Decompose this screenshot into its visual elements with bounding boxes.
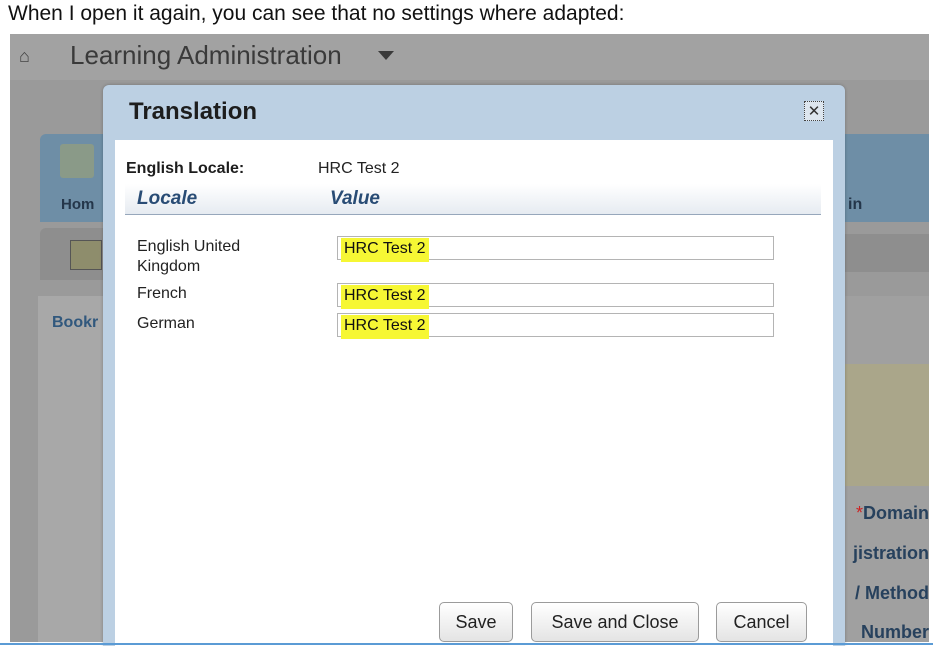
bg-tile-right-label: in — [848, 196, 863, 213]
bg-toolbar-right — [840, 234, 929, 272]
english-locale-label: English Locale: — [126, 160, 245, 177]
dialog-body: English Locale: HRC Test 2 Locale Value … — [115, 140, 833, 646]
save-button[interactable]: Save — [439, 602, 513, 642]
app-title[interactable]: Learning Administration — [70, 40, 342, 71]
english-locale-value: HRC Test 2 — [318, 160, 400, 177]
translation-dialog: Translation ✕ English Locale: HRC Test 2… — [103, 85, 845, 646]
app-header: ⌂ Learning Administration — [10, 34, 929, 80]
locale-label-english-uk: English United Kingdom — [137, 238, 241, 275]
translation-input-value: HRC Test 2 — [341, 285, 429, 309]
bg-home-label: Hom — [61, 196, 95, 213]
bg-field-label: jistration — [852, 543, 929, 563]
locale-label-german: German — [137, 315, 195, 332]
dialog-title: Translation — [129, 98, 258, 125]
close-icon[interactable]: ✕ — [804, 101, 824, 121]
translation-input-french[interactable]: HRC Test 2 — [337, 283, 774, 309]
locale-label-french: French — [137, 285, 187, 302]
translation-input-german[interactable]: HRC Test 2 — [337, 313, 774, 339]
bg-field-label: / Method — [855, 583, 929, 603]
home-icon[interactable]: ⌂ — [19, 46, 30, 67]
bottom-divider — [0, 643, 933, 645]
bg-info-box — [840, 364, 929, 486]
caption-text: When I open it again, you can see that n… — [8, 2, 625, 25]
bg-panel-left — [38, 296, 104, 642]
column-header-locale: Locale — [137, 188, 198, 209]
bg-bookmarks-label: Bookr — [52, 314, 99, 331]
bg-field-label: *Domain — [855, 503, 929, 523]
star-icon — [70, 240, 102, 270]
chevron-down-icon[interactable] — [378, 51, 394, 60]
column-header-value: Value — [330, 188, 380, 209]
save-and-close-button[interactable]: Save and Close — [531, 602, 699, 642]
bg-tile-right: in — [840, 134, 929, 222]
bg-field-label: Number — [860, 622, 929, 642]
cancel-button[interactable]: Cancel — [716, 602, 807, 642]
translation-input-value: HRC Test 2 — [341, 315, 429, 339]
bg-home-tile-icon — [60, 144, 94, 178]
translation-input-english-uk[interactable]: HRC Test 2 — [337, 236, 774, 262]
translation-input-value: HRC Test 2 — [341, 238, 429, 262]
column-header: Locale Value — [125, 184, 821, 215]
